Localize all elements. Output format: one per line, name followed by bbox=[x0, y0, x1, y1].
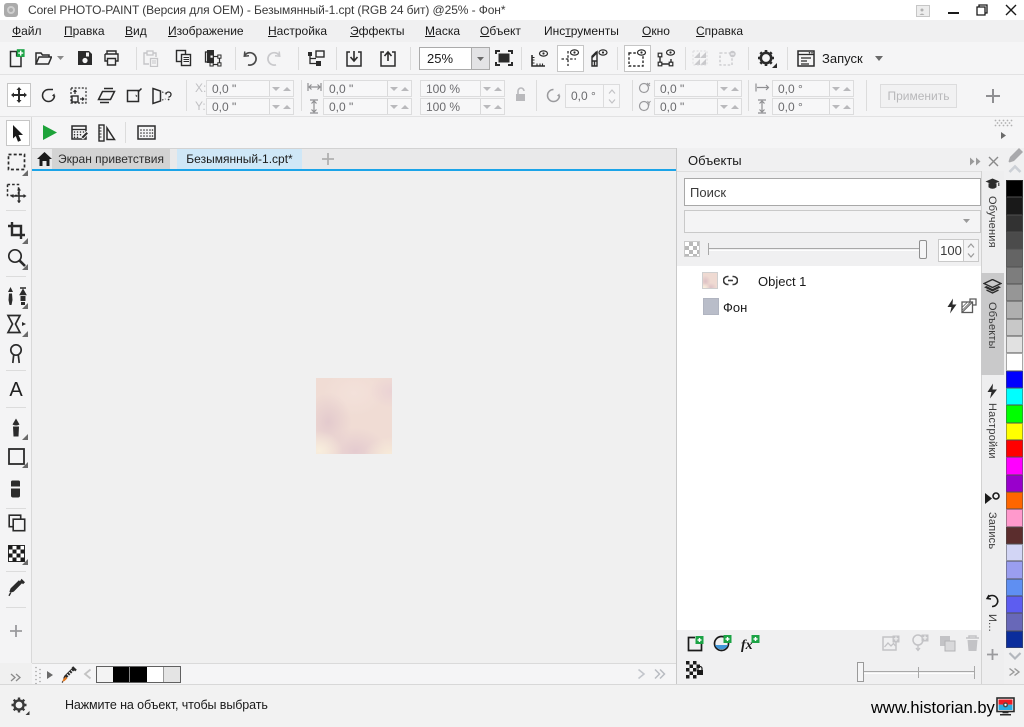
svg-text:fx: fx bbox=[741, 638, 753, 653]
